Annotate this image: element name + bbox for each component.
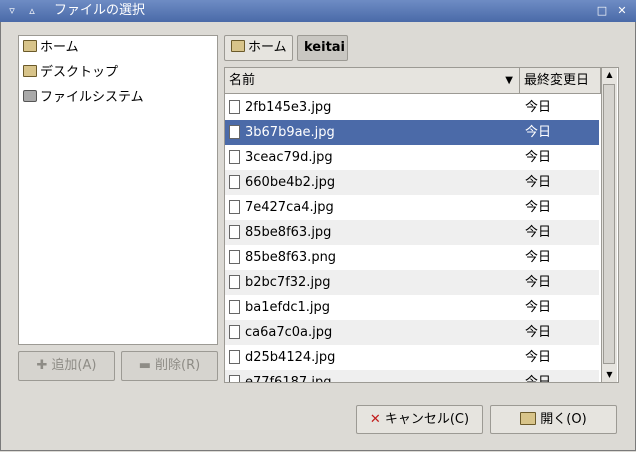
file-modified: 今日 (525, 200, 552, 215)
file-modified: 今日 (525, 125, 552, 140)
file-name: b2bc7f32.jpg (245, 275, 331, 290)
folder-open-icon (520, 412, 537, 425)
path-button-current[interactable]: keitai (297, 35, 348, 61)
folder-icon (23, 40, 37, 52)
file-row[interactable]: 2fb145e3.jpg 今日 (225, 95, 599, 120)
shade-icon[interactable]: ▵ (24, 3, 40, 19)
file-row[interactable]: 3b67b9ae.jpg 今日 (225, 120, 599, 145)
open-button[interactable]: 開く(O) (490, 405, 617, 434)
file-modified: 今日 (525, 350, 552, 365)
places-sidebar: ホーム デスクトップ ファイルシステム (18, 35, 218, 345)
file-name: ba1efdc1.jpg (245, 300, 330, 315)
scroll-up-icon[interactable]: ▲ (602, 68, 617, 82)
file-row[interactable]: 85be8f63.png 今日 (225, 245, 599, 270)
path-home-label: ホーム (248, 40, 287, 55)
file-icon (229, 100, 240, 114)
close-icon[interactable]: ✕ (614, 3, 630, 19)
minus-icon: ▬ (138, 358, 152, 373)
file-icon (229, 150, 240, 164)
sort-down-icon: ▼ (505, 75, 513, 86)
column-name-label: 名前 (229, 73, 256, 88)
file-icon (229, 350, 240, 364)
file-row[interactable]: d25b4124.jpg 今日 (225, 345, 599, 370)
file-icon (229, 375, 240, 382)
open-label: 開く(O) (540, 412, 587, 427)
file-row[interactable]: ba1efdc1.jpg 今日 (225, 295, 599, 320)
title-bar: ▿ ▵ ファイルの選択 □ ✕ (0, 0, 636, 22)
file-icon (229, 200, 240, 214)
file-modified: 今日 (525, 175, 552, 190)
scroll-thumb[interactable] (603, 84, 615, 364)
filesystem-icon (23, 90, 37, 102)
plus-icon: ✚ (36, 358, 48, 373)
file-name: d25b4124.jpg (245, 350, 336, 365)
file-row[interactable]: 660be4b2.jpg 今日 (225, 170, 599, 195)
file-name: 660be4b2.jpg (245, 175, 336, 190)
remove-label: 削除(R) (155, 358, 201, 373)
file-name: e77f6187.jpg (245, 370, 331, 382)
place-item-filesystem[interactable]: ファイルシステム (23, 87, 144, 109)
column-header-modified[interactable]: 最終変更日 (520, 68, 601, 94)
file-modified: 今日 (525, 370, 551, 382)
window-title: ファイルの選択 (54, 3, 146, 18)
vertical-scrollbar[interactable]: ▲ ▼ (601, 68, 617, 382)
file-icon (229, 275, 240, 289)
file-name: 85be8f63.png (245, 250, 337, 265)
file-name: 3b67b9ae.jpg (245, 125, 335, 140)
folder-icon (231, 40, 245, 52)
column-header-name[interactable]: 名前 ▼ (225, 68, 520, 94)
file-icon (229, 325, 240, 339)
file-name: 2fb145e3.jpg (245, 100, 332, 115)
file-rows: 2fb145e3.jpg 今日 3b67b9ae.jpg 今日 3ceac79d.jpg… (225, 95, 599, 382)
maximize-icon[interactable]: □ (594, 3, 610, 19)
place-item-home[interactable]: ホーム (23, 37, 79, 59)
place-item-desktop[interactable]: デスクトップ (23, 62, 118, 84)
folder-icon (23, 65, 37, 77)
add-label: 追加(A) (51, 358, 97, 373)
file-modified: 今日 (525, 325, 552, 340)
file-row[interactable]: b2bc7f32.jpg 今日 (225, 270, 599, 295)
file-list: 名前 ▼ 最終変更日 2fb145e3.jpg 今日 3b67b9ae.jpg 今日 3… (224, 67, 619, 383)
file-modified: 今日 (525, 225, 552, 240)
file-name: ca6a7c0a.jpg (245, 325, 333, 340)
file-icon (229, 250, 240, 264)
remove-bookmark-button[interactable]: ▬ 削除(R) (121, 351, 218, 381)
window-menu-icon[interactable]: ▿ (4, 3, 20, 19)
file-row[interactable]: 3ceac79d.jpg 今日 (225, 145, 599, 170)
place-label: デスクトップ (40, 65, 119, 80)
file-row[interactable]: 85be8f63.jpg 今日 (225, 220, 599, 245)
column-modified-label: 最終変更日 (524, 73, 590, 88)
place-label: ファイルシステム (40, 90, 144, 105)
file-name: 7e427ca4.jpg (245, 200, 334, 215)
file-modified: 今日 (525, 150, 552, 165)
file-icon (229, 300, 240, 314)
add-bookmark-button[interactable]: ✚ 追加(A) (18, 351, 115, 381)
file-row[interactable]: ca6a7c0a.jpg 今日 (225, 320, 599, 345)
file-row[interactable]: e77f6187.jpg 今日 (225, 370, 599, 382)
file-modified: 今日 (525, 100, 552, 115)
scroll-down-icon[interactable]: ▼ (602, 368, 617, 382)
file-icon (229, 225, 240, 239)
place-label: ホーム (40, 40, 79, 55)
file-name: 85be8f63.jpg (245, 225, 332, 240)
file-icon (229, 175, 240, 189)
path-current-label: keitai (304, 40, 346, 55)
file-name: 3ceac79d.jpg (245, 150, 333, 165)
cancel-button[interactable]: ✕ キャンセル(C) (356, 405, 483, 434)
file-modified: 今日 (525, 250, 552, 265)
file-modified: 今日 (525, 300, 552, 315)
cancel-icon: ✕ (369, 412, 381, 427)
cancel-label: キャンセル(C) (384, 412, 470, 427)
file-modified: 今日 (525, 275, 552, 290)
file-icon (229, 125, 240, 139)
path-button-home[interactable]: ホーム (224, 35, 293, 61)
file-row[interactable]: 7e427ca4.jpg 今日 (225, 195, 599, 220)
